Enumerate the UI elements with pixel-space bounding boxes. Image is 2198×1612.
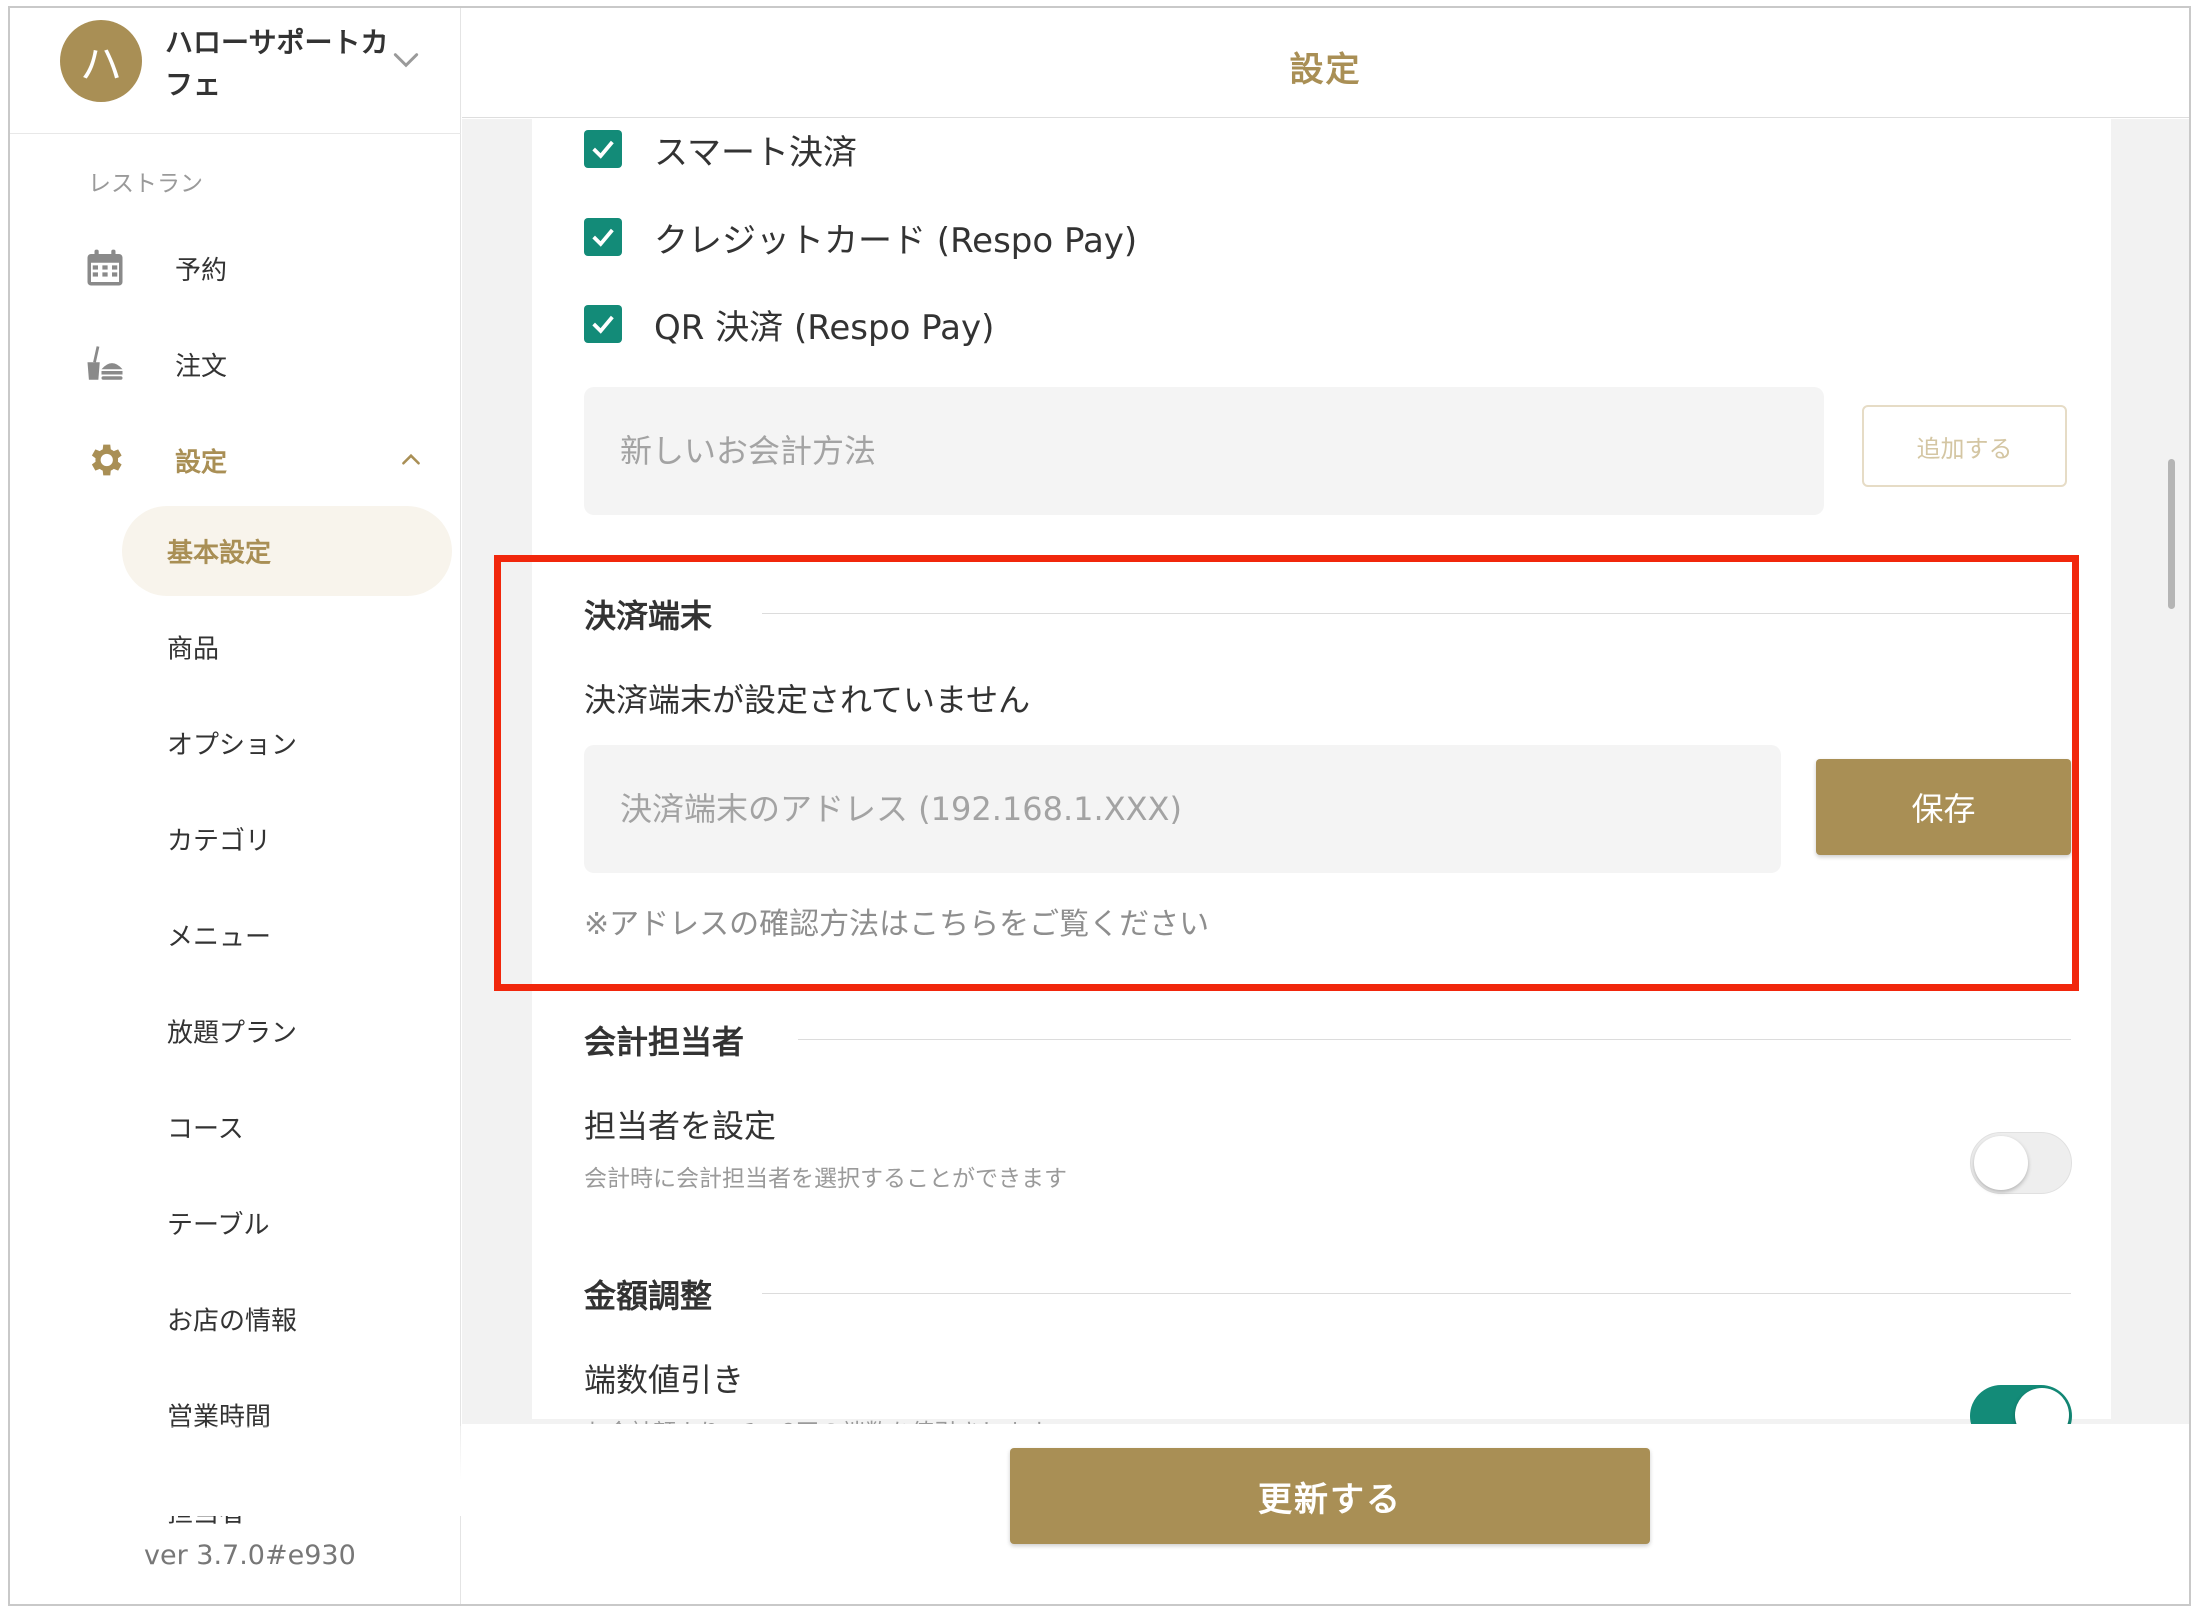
sidebar-subitem-options[interactable]: オプション [10,698,461,788]
sidebar-subitem-label: テーブル [167,1210,270,1241]
checkbox-checked[interactable] [584,305,622,343]
check-icon [592,140,614,159]
payment-method-qr[interactable]: QR 決済 (Respo Pay) [584,294,994,354]
toggle-knob [1974,1136,2028,1190]
sidebar-subitem-label: お店の情報 [167,1306,298,1337]
check-icon [592,228,614,247]
gear-icon [91,444,122,476]
checkbox-checked[interactable] [584,130,622,168]
sidebar-item-orders[interactable]: 注文 [10,324,461,404]
update-button[interactable]: 更新する [1010,1448,1650,1544]
sidebar-subitem-all-you-can-plans[interactable]: 放題プラン [10,986,461,1076]
cashier-setting-description: 会計時に会計担当者を選択することができます [584,1166,1067,1192]
sidebar-subitem-label: 商品 [167,634,220,665]
page-title: 設定 [1289,50,1362,90]
sidebar-subitem-tables[interactable]: テーブル [10,1178,461,1268]
food-tray-icon [87,346,123,380]
sidebar: ハ ハローサポートカフェ レストラン 予約 注文 設定 基本設定 商品 オプショ… [10,8,461,1604]
avatar: ハ [60,20,142,102]
section-divider [762,1293,2071,1294]
payment-method-label: スマート決済 [654,132,857,173]
cashier-section-title: 会計担当者 [584,1023,745,1061]
bottom-action-bar: 更新する [462,1424,2189,1604]
rounding-discount-label: 端数値引き [584,1361,745,1399]
settings-card: スマート決済 クレジットカード (Respo Pay) QR 決済 (Respo… [494,119,2111,1447]
version-label: ver 3.7.0#e930 [144,1540,356,1571]
section-divider [762,613,2071,614]
sidebar-section-label: レストラン [88,171,203,197]
sidebar-subitem-menus[interactable]: メニュー [10,890,461,980]
chevron-up-icon[interactable] [398,447,424,473]
save-button[interactable]: 保存 [1816,759,2071,855]
top-bar: 設定 [462,8,2189,118]
check-icon [592,315,614,334]
address-help-link[interactable]: ※アドレスの確認方法はこちらをご覧ください [584,899,1209,943]
checkbox-checked[interactable] [584,218,622,256]
sidebar-subitem-label: 放題プラン [167,1018,298,1049]
sidebar-subitem-products[interactable]: 商品 [10,602,461,692]
sidebar-subitem-categories[interactable]: カテゴリ [10,794,461,884]
new-payment-method-input[interactable] [584,387,1824,515]
terminal-status: 決済端末が設定されていません [584,681,1031,719]
sidebar-item-settings[interactable]: 設定 [10,420,461,500]
terminal-address-input[interactable] [584,745,1781,873]
app-window: ハ ハローサポートカフェ レストラン 予約 注文 設定 基本設定 商品 オプショ… [8,6,2191,1606]
sidebar-subitem-label: メニュー [167,922,272,953]
sidebar-subitem-store-info[interactable]: お店の情報 [10,1274,461,1364]
calendar-icon [87,249,123,286]
amount-adjust-section-title: 金額調整 [584,1277,713,1315]
payment-method-label: QR 決済 (Respo Pay) [654,307,995,348]
payment-method-smart[interactable]: スマート決済 [584,119,857,179]
main-content[interactable]: スマート決済 クレジットカード (Respo Pay) QR 決済 (Respo… [462,119,2189,1604]
sidebar-subitem-courses[interactable]: コース [10,1082,461,1172]
sidebar-item-label: 設定 [175,447,228,478]
terminal-section-title: 決済端末 [584,597,713,635]
add-payment-method-button[interactable]: 追加する [1862,405,2067,487]
cashier-toggle[interactable] [1970,1132,2072,1194]
cashier-setting-label: 担当者を設定 [584,1107,777,1145]
sidebar-subitem-label: コース [167,1114,244,1145]
shop-name: ハローサポートカフェ [165,26,389,101]
payment-method-label: クレジットカード (Respo Pay) [654,220,1138,261]
sidebar-fade [10,1426,461,1516]
sidebar-item-label: 注文 [175,351,228,382]
shop-switcher[interactable]: ハ ハローサポートカフェ [10,8,461,134]
sidebar-subitem-label: 基本設定 [167,538,272,569]
chevron-down-icon[interactable] [390,44,422,76]
sidebar-subitem-label: カテゴリ [167,826,272,857]
sidebar-item-label: 予約 [175,255,228,286]
section-divider [798,1039,2071,1040]
sidebar-subitem-label: オプション [167,730,298,761]
sidebar-item-reservations[interactable]: 予約 [10,228,461,308]
payment-method-credit[interactable]: クレジットカード (Respo Pay) [584,207,1137,267]
sidebar-subitem-basic-settings[interactable]: 基本設定 [10,506,461,596]
scrollbar[interactable] [2168,459,2175,609]
